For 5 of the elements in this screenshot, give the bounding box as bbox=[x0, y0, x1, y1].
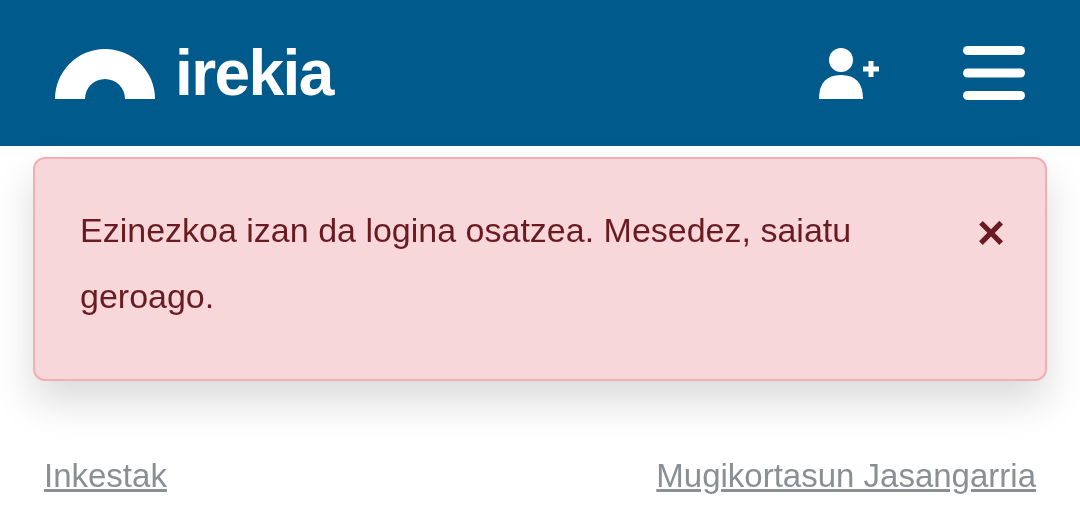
arch-icon bbox=[55, 47, 155, 99]
close-button[interactable]: × bbox=[976, 209, 1005, 257]
menu-icon[interactable] bbox=[963, 46, 1025, 100]
alert-message: Ezinezkoa izan da logina osatzea. Mesedez, saiatu geroago. bbox=[80, 210, 853, 317]
logo-text[interactable]: irekia bbox=[175, 41, 333, 105]
